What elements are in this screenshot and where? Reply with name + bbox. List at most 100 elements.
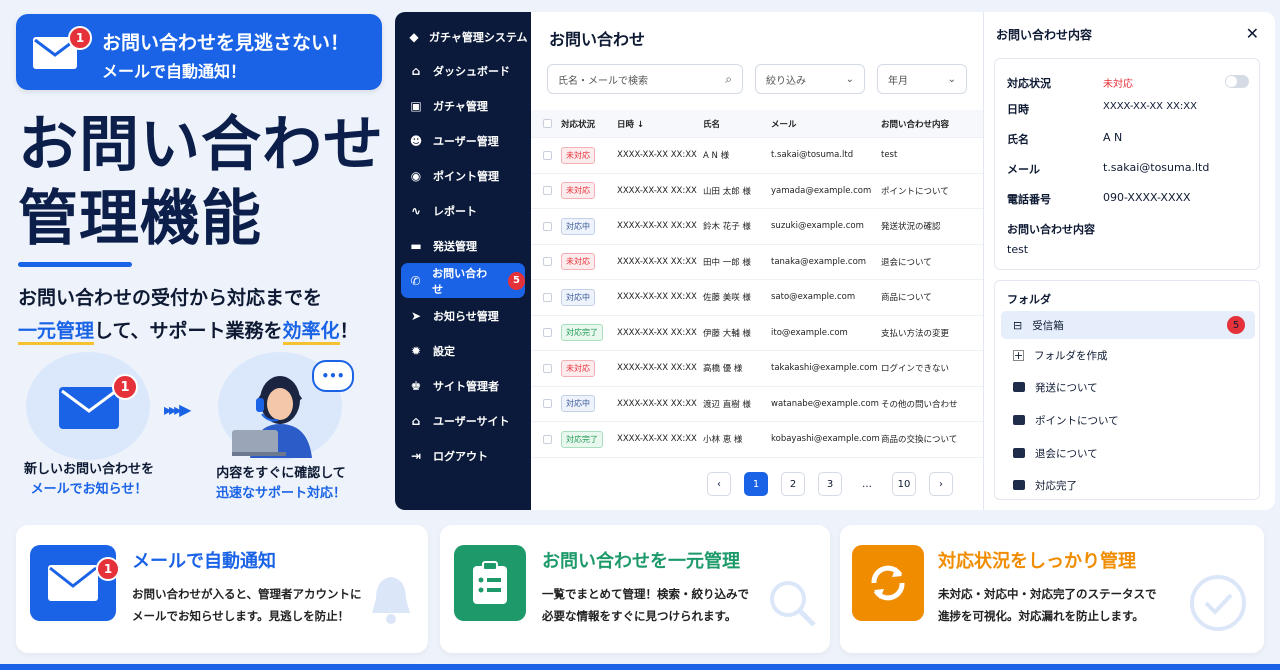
- header-mail[interactable]: メール: [771, 118, 881, 130]
- sidebar-item-8[interactable]: ✹ 設定: [395, 333, 531, 368]
- page-3-button[interactable]: 3: [818, 472, 842, 496]
- mail-cell: watanabe@example.com: [771, 398, 879, 409]
- highlight-unified: 一元管理: [18, 320, 95, 345]
- close-icon[interactable]: ✕: [1246, 24, 1259, 43]
- row-checkbox[interactable]: [543, 257, 552, 267]
- sidebar-item-10[interactable]: ⌂ ユーザーサイト: [395, 403, 531, 438]
- cube-icon: ◆: [409, 30, 419, 44]
- page-title: お問い合わせ: [549, 30, 646, 49]
- search-input[interactable]: 氏名・メールで検索 ⌕: [547, 64, 743, 94]
- sidebar-item-4[interactable]: ∿ レポート: [395, 193, 531, 228]
- status-badge: 対応完了: [561, 430, 603, 448]
- table-row[interactable]: 未対応 XXXX-XX-XX XX:XX 高橋 優 様 takakashi@examp…: [531, 351, 983, 387]
- table-row[interactable]: 対応中 XXXX-XX-XX XX:XX 渡辺 直樹 様 watanabe@examp…: [531, 387, 983, 422]
- sidebar-item-1[interactable]: ▣ ガチャ管理: [395, 88, 531, 123]
- checkbox-cell: [531, 257, 561, 267]
- sidebar-item-label: ガチャ管理: [433, 99, 488, 113]
- table-row[interactable]: 未対応 XXXX-XX-XX XX:XX 田中 一郎 様 tanaka@example…: [531, 245, 983, 280]
- row-checkbox[interactable]: [543, 150, 552, 160]
- hero-title: お問い合わせ 管理機能: [18, 108, 398, 256]
- status-toggle[interactable]: [1225, 75, 1249, 88]
- right-caption-2: 迅速なサポート対応！: [215, 486, 346, 501]
- sidebar-title-text: ガチャ管理システム: [429, 31, 528, 44]
- magnifier-icon: [766, 577, 818, 633]
- house-icon: ⌂: [411, 413, 421, 428]
- table-row[interactable]: 対応中 XXXX-XX-XX XX:XX 佐藤 美咲 様 sato@example.c…: [531, 280, 983, 316]
- table-row[interactable]: 未対応 XXXX-XX-XX XX:XX 山田 太郎 様 yamada@example…: [531, 174, 983, 209]
- date-value: XXXX-XX-XX XX:XX: [1103, 101, 1197, 112]
- flow-right-caption: 内容をすぐに確認して 迅速なサポート対応！: [196, 464, 366, 504]
- feature-title: 対応状況をしっかり管理: [938, 551, 1136, 572]
- date-cell: XXXX-XX-XX XX:XX: [617, 292, 697, 303]
- prev-page-button[interactable]: ‹: [707, 472, 731, 496]
- logout-icon: ⇥: [410, 448, 422, 463]
- table-row[interactable]: 対応中 XXXX-XX-XX XX:XX 鈴木 花子 様 suzuki@example…: [531, 209, 983, 245]
- table-row[interactable]: 対応完了 XXXX-XX-XX XX:XX 伊藤 大輔 様 ito@example.c…: [531, 316, 983, 351]
- table-row[interactable]: 未対応 XXXX-XX-XX XX:XX A N 様 t.sakai@tosuma.l…: [531, 138, 983, 174]
- table-header: 対応状況 日時 ↓ 氏名 メール お問い合わせ内容: [531, 110, 983, 138]
- sidebar-item-label: ログアウト: [433, 449, 488, 463]
- feature-card-notify: 1 メールで自動通知 お問い合わせが入ると、管理者アカウントに メールでお知らせし…: [16, 525, 428, 653]
- subtext-line-1: お問い合わせの受付から対応までを: [18, 287, 323, 309]
- row-checkbox[interactable]: [543, 328, 552, 338]
- select-all-checkbox[interactable]: [543, 119, 552, 128]
- page-10-button[interactable]: 10: [892, 472, 916, 496]
- date-cell: XXXX-XX-XX XX:XX: [617, 221, 697, 232]
- header-content[interactable]: お問い合わせ内容: [881, 118, 981, 130]
- folder-item[interactable]: 退会について: [1001, 439, 1255, 467]
- content-cell: 支払い方法の変更: [881, 328, 950, 339]
- feature-desc-line: 未対応・対応中・対応完了のステータスで: [938, 587, 1157, 601]
- row-checkbox[interactable]: [543, 399, 552, 409]
- folder-icon: [1013, 382, 1025, 392]
- sidebar-item-3[interactable]: ◉ ポイント管理: [395, 158, 531, 193]
- banner-line-1: お問い合わせを見逃さない！: [102, 32, 350, 54]
- row-checkbox[interactable]: [543, 434, 552, 444]
- row-checkbox[interactable]: [543, 221, 552, 231]
- sidebar-item-label: お知らせ管理: [433, 309, 499, 323]
- notification-banner: 1 お問い合わせを見逃さない！ メールで自動通知！: [16, 14, 382, 90]
- year-month-select[interactable]: 年月 ⌄: [877, 64, 967, 94]
- sidebar-item-6[interactable]: ✆ お問い合わせ 5: [401, 263, 525, 298]
- subtext-mid: して、サポート業務を: [94, 320, 283, 342]
- filter-select[interactable]: 絞り込み ⌄: [755, 64, 865, 94]
- folder-item[interactable]: 対応完了: [1001, 471, 1255, 499]
- header-name[interactable]: 氏名: [703, 118, 771, 130]
- notification-badge: 1: [112, 374, 138, 400]
- page-1-button[interactable]: 1: [744, 472, 768, 496]
- folder-item[interactable]: ポイントについて: [1001, 406, 1255, 434]
- row-checkbox[interactable]: [543, 292, 552, 302]
- header-date[interactable]: 日時 ↓: [617, 118, 703, 130]
- date-cell: XXXX-XX-XX XX:XX: [617, 398, 697, 409]
- sidebar: ◆ ガチャ管理システム ⌂ ダッシュボード ▣ ガチャ管理 ☻ ユーザー管理 ◉ ポイント管理 ∿…: [395, 12, 531, 510]
- row-checkbox[interactable]: [543, 186, 552, 196]
- header-status[interactable]: 対応状況: [561, 118, 617, 130]
- sidebar-item-0[interactable]: ⌂ ダッシュボード: [395, 53, 531, 88]
- highlight-efficiency: 効率化: [282, 320, 340, 345]
- pagination: ‹ 1 2 3 … 10 ›: [707, 472, 953, 496]
- sidebar-item-7[interactable]: ➤ お知らせ管理: [395, 298, 531, 333]
- mail-cell: kobayashi@example.com: [771, 434, 880, 445]
- row-checkbox[interactable]: [543, 363, 552, 373]
- coin-icon: ◉: [410, 168, 422, 183]
- sidebar-item-2[interactable]: ☻ ユーザー管理: [395, 123, 531, 158]
- table-row[interactable]: 対応完了 XXXX-XX-XX XX:XX 小林 恵 様 kobayashi@exam…: [531, 422, 983, 458]
- checkbox-cell: [531, 363, 561, 373]
- checkbox-cell: [531, 186, 561, 196]
- left-caption-1: 新しいお問い合わせを: [23, 462, 154, 477]
- bell-icon: [366, 573, 416, 629]
- folder-item[interactable]: 発送について: [1001, 373, 1255, 401]
- content-cell: ログインできない: [881, 364, 950, 375]
- page-2-button[interactable]: 2: [781, 472, 805, 496]
- checkbox-cell: [531, 399, 561, 409]
- sidebar-title: ◆ ガチャ管理システム: [395, 28, 531, 46]
- next-page-button[interactable]: ›: [929, 472, 953, 496]
- year-month-label: 年月: [888, 75, 908, 87]
- sidebar-item-11[interactable]: ⇥ ログアウト: [395, 438, 531, 473]
- create-folder-button[interactable]: + フォルダを作成: [1001, 341, 1255, 369]
- folder-inbox[interactable]: ⊟ 受信箱 5: [1001, 311, 1255, 339]
- sidebar-item-label: ユーザー管理: [433, 134, 499, 148]
- folder-label: ポイントについて: [1035, 414, 1119, 427]
- sidebar-item-5[interactable]: ▬ 発送管理: [395, 228, 531, 263]
- sidebar-item-9[interactable]: ♚ サイト管理者: [395, 368, 531, 403]
- clipboard-icon: [454, 545, 526, 621]
